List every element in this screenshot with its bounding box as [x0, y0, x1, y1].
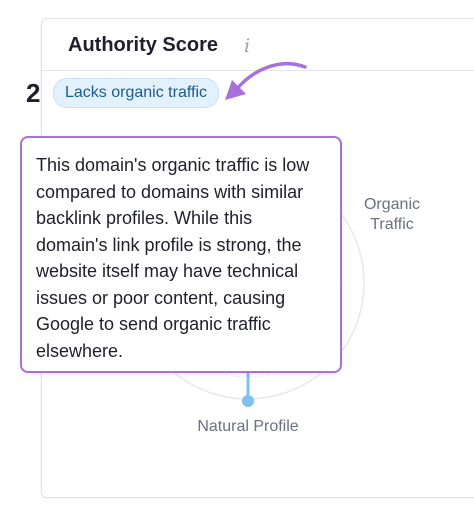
authority-score-value: 2	[26, 78, 41, 108]
status-badge[interactable]: Lacks organic traffic	[53, 78, 219, 108]
natural-profile-label: Natural Profile	[197, 418, 299, 435]
organic-traffic-label: Organic Traffic	[363, 196, 421, 233]
explanation-tooltip: This domain's organic traffic is low com…	[20, 136, 342, 373]
natural-profile-point	[242, 395, 254, 407]
